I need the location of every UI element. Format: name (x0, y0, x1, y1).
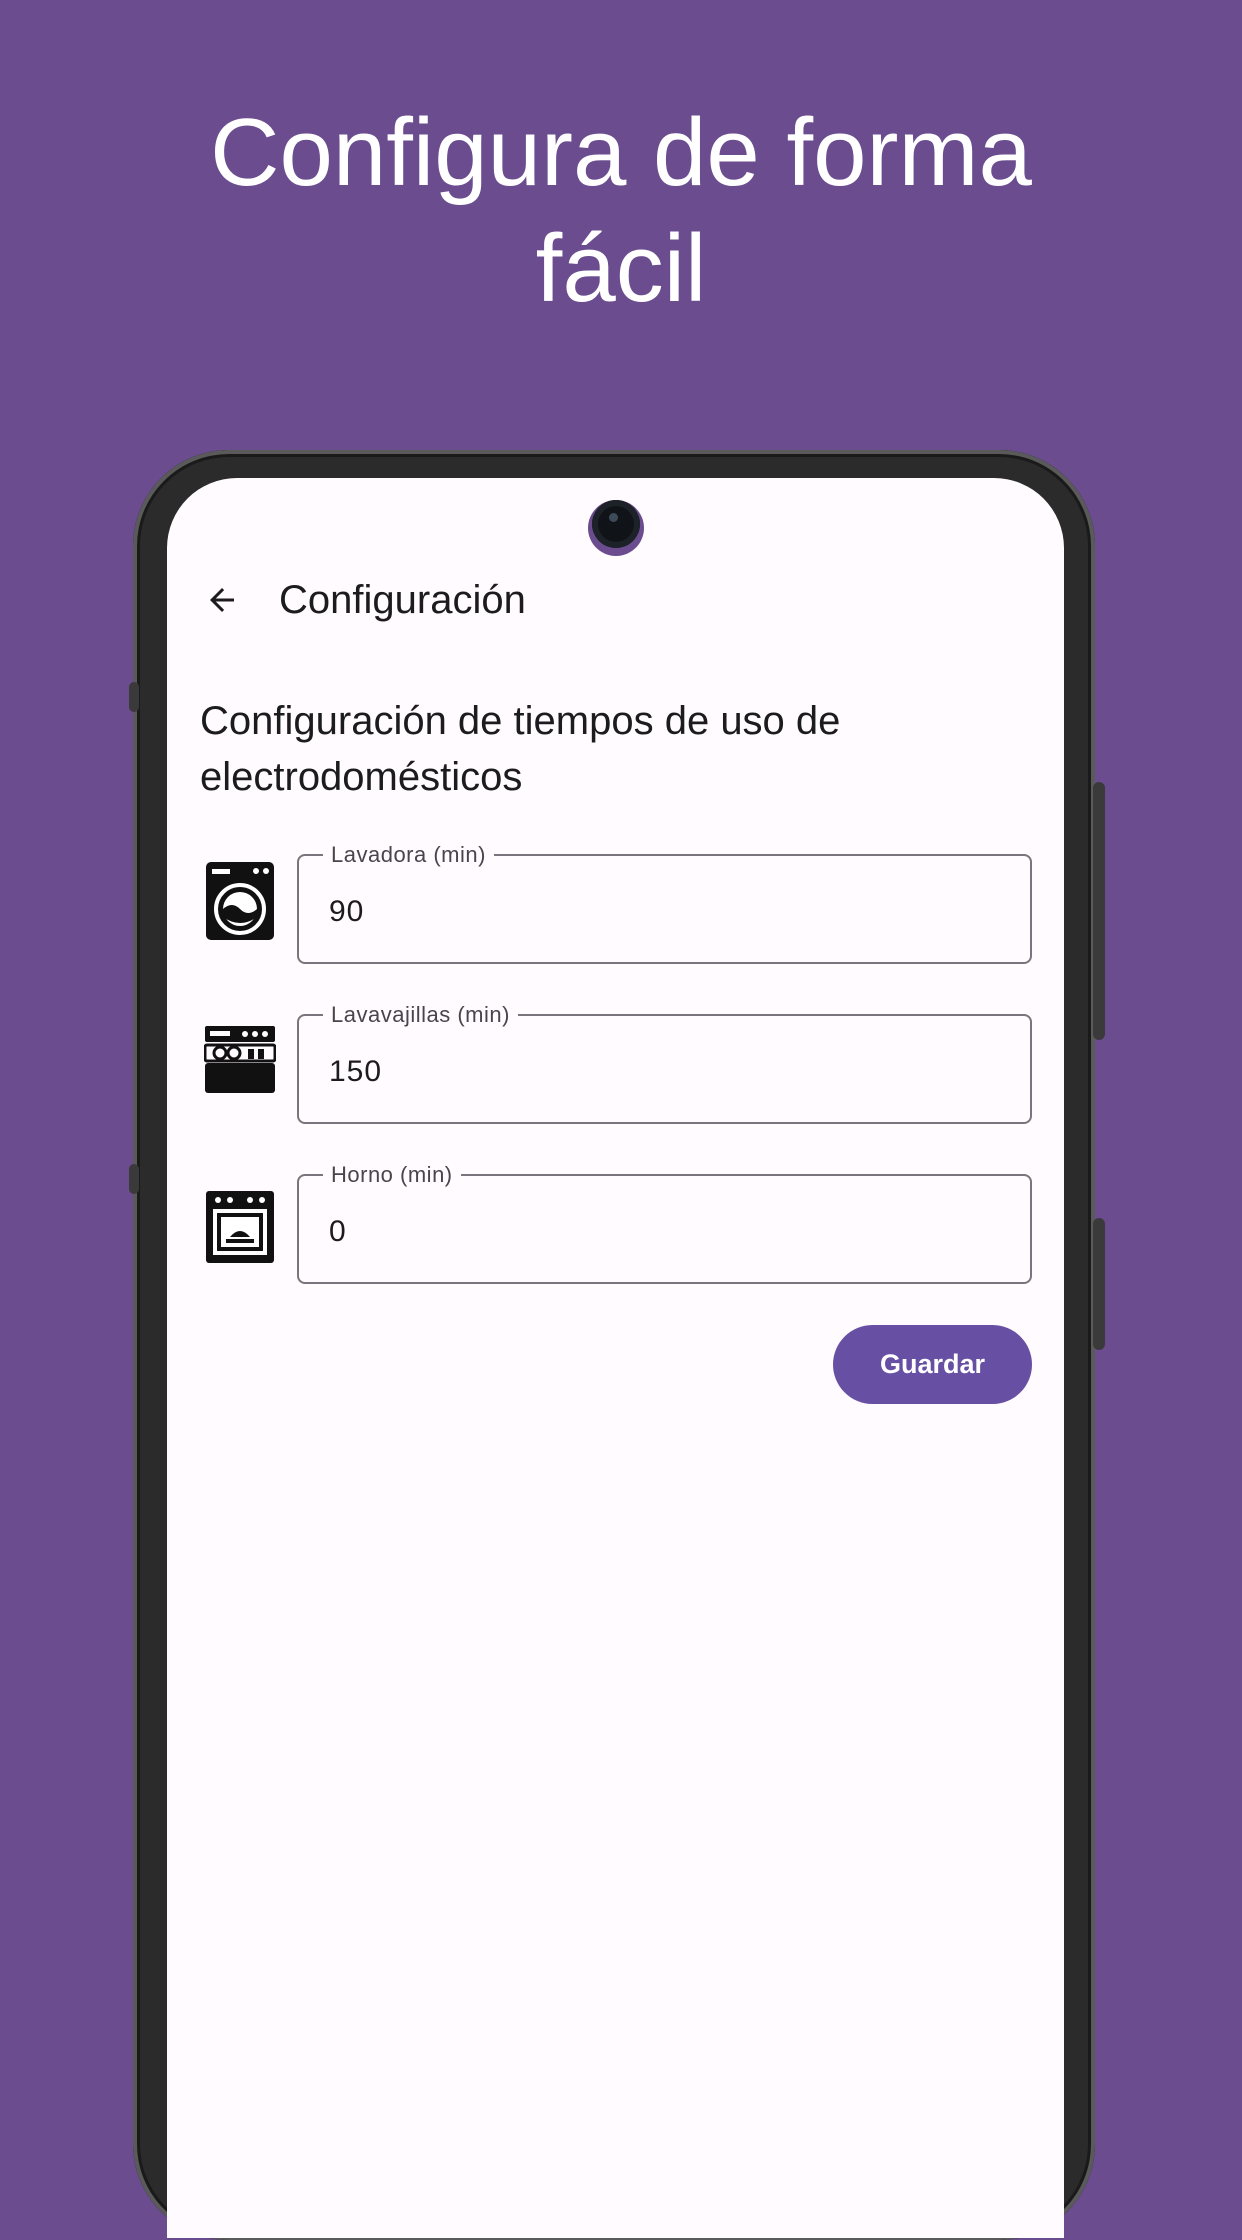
camera-icon (592, 500, 640, 548)
field-row-lavadora: Lavadora (min) (200, 842, 1034, 969)
promo-title-line1: Configura de forma (210, 99, 1032, 206)
page-title: Configuración (279, 577, 526, 622)
phone-left-button-bottom (129, 1164, 139, 1194)
horno-field: Horno (min) (297, 1162, 1032, 1284)
lavavajillas-input[interactable] (329, 1052, 979, 1092)
save-button[interactable]: Guardar (833, 1325, 1032, 1404)
arrow-back-icon[interactable] (200, 578, 244, 622)
lavavajillas-label: Lavavajillas (min) (323, 1002, 518, 1028)
dishwasher-icon (203, 1019, 277, 1103)
field-row-horno: Horno (min) (200, 1162, 1034, 1289)
promo-title-line2: fácil (535, 215, 707, 322)
lavadora-input[interactable] (329, 892, 979, 932)
app-bar: Configuración (200, 565, 1030, 635)
horno-input[interactable] (329, 1212, 979, 1252)
oven-icon (204, 1179, 276, 1263)
promo-title: Configura de forma fácil (0, 95, 1242, 327)
phone-left-button-top (129, 682, 139, 712)
phone-volume-button (1093, 782, 1105, 1040)
horno-label: Horno (min) (323, 1162, 461, 1188)
phone-power-button (1093, 1218, 1105, 1350)
section-heading: Configuración de tiempos de uso de elect… (200, 699, 841, 799)
lavavajillas-field: Lavavajillas (min) (297, 1002, 1032, 1124)
lavadora-field: Lavadora (min) (297, 842, 1032, 964)
field-row-lavavajillas: Lavavajillas (min) (200, 1002, 1034, 1129)
lavadora-label: Lavadora (min) (323, 842, 494, 868)
washing-machine-icon (204, 859, 276, 943)
